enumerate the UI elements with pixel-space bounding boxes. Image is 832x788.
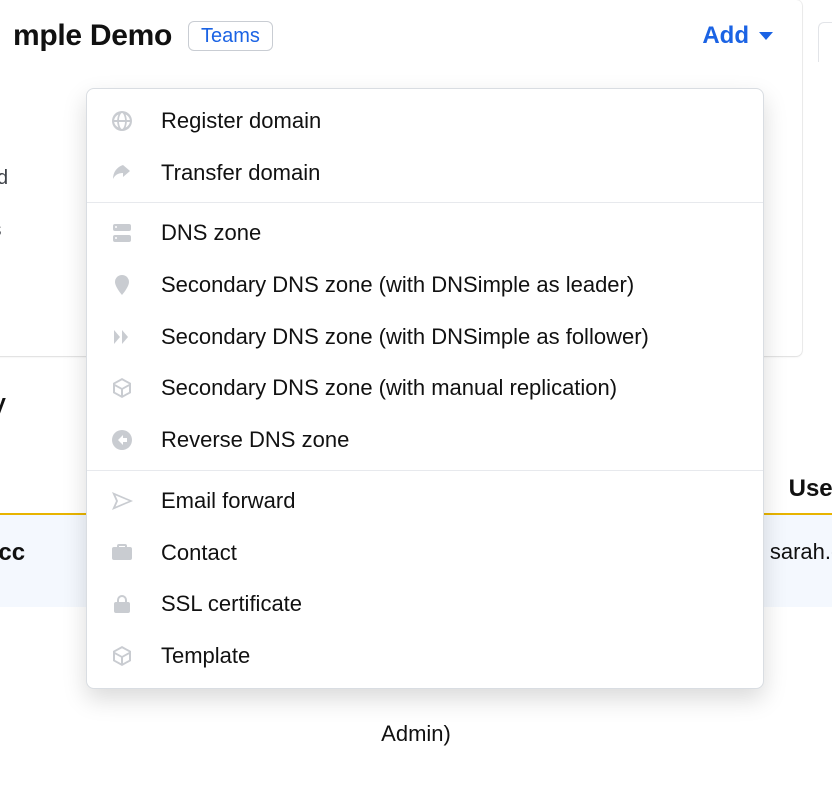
dropdown-item-label: SSL certificate xyxy=(161,589,302,619)
dropdown-item-label: Secondary DNS zone (with DNSimple as fol… xyxy=(161,322,649,352)
chevron-down-icon xyxy=(759,32,773,40)
member-email: sarah.c xyxy=(770,539,832,565)
dropdown-item[interactable]: Reverse DNS zone xyxy=(87,414,763,466)
dropdown-item[interactable]: Secondary DNS zone (with manual replicat… xyxy=(87,362,763,414)
dropdown-item-label: Secondary DNS zone (with manual replicat… xyxy=(161,373,617,403)
dropdown-item[interactable]: Contact xyxy=(87,527,763,579)
cube-icon xyxy=(109,375,135,401)
column-header-user: User xyxy=(789,475,832,503)
dropdown-item[interactable]: Register domain xyxy=(87,95,763,147)
briefcase-icon xyxy=(109,539,135,565)
dropdown-item[interactable]: Email forward xyxy=(87,475,763,527)
dropdown-item[interactable]: Secondary DNS zone (with DNSimple as lea… xyxy=(87,259,763,311)
dropdown-item[interactable]: DNS zone xyxy=(87,207,763,259)
dropdown-item[interactable]: Template xyxy=(87,630,763,682)
dropdown-item[interactable]: Transfer domain xyxy=(87,147,763,199)
paper-plane-icon xyxy=(109,488,135,514)
pin-icon xyxy=(109,272,135,298)
member-role: Admin) xyxy=(0,721,832,747)
double-chevron-icon xyxy=(109,324,135,350)
dropdown-item-label: Contact xyxy=(161,538,237,568)
member-name: unt Acc xyxy=(0,539,25,567)
teams-badge[interactable]: Teams xyxy=(188,21,273,51)
forward-arrow-icon xyxy=(109,160,135,186)
page-title: mple Demo xyxy=(13,19,172,53)
dropdown-item-label: Reverse DNS zone xyxy=(161,425,349,455)
dropdown-item-label: Register domain xyxy=(161,106,321,136)
server-icon xyxy=(109,220,135,246)
globe-icon xyxy=(109,108,135,134)
add-dropdown: Register domain Transfer domain DNS zone Se… xyxy=(86,88,764,689)
dropdown-item[interactable]: Secondary DNS zone (with DNSimple as fol… xyxy=(87,311,763,363)
header-left: mple Demo Teams xyxy=(13,19,273,53)
dropdown-item-label: Template xyxy=(161,641,250,671)
dropdown-item-label: Transfer domain xyxy=(161,158,320,188)
add-label: Add xyxy=(702,22,749,50)
dropdown-item-label: Secondary DNS zone (with DNSimple as lea… xyxy=(161,270,634,300)
dropdown-item-label: DNS zone xyxy=(161,218,261,248)
dropdown-divider xyxy=(87,470,763,471)
cube-icon xyxy=(109,643,135,669)
dropdown-item[interactable]: SSL certificate xyxy=(87,578,763,630)
card-header: mple Demo Teams Add xyxy=(0,1,801,63)
side-card-stub xyxy=(818,22,832,62)
dropdown-item-label: Email forward xyxy=(161,486,295,516)
back-circle-icon xyxy=(109,427,135,453)
add-button[interactable]: Add xyxy=(702,20,773,52)
dropdown-divider xyxy=(87,202,763,203)
lock-icon xyxy=(109,591,135,617)
